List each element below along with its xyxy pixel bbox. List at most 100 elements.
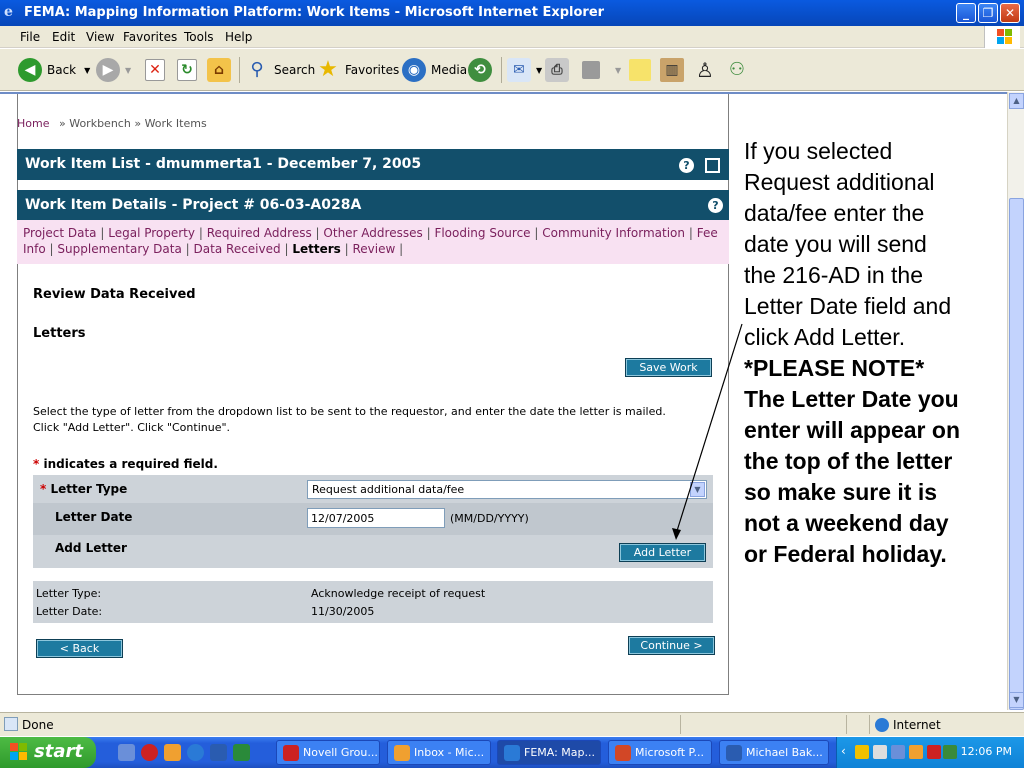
favorites-label: Favorites xyxy=(345,63,400,77)
home-button[interactable]: ⌂ xyxy=(207,56,236,84)
task-inbox[interactable]: Inbox - Mic... xyxy=(387,740,491,765)
forward-dropdown-icon[interactable]: ▼ xyxy=(125,66,131,75)
status-divider xyxy=(846,715,847,734)
forward-arrow-icon: ▶ xyxy=(96,58,120,82)
menu-tools[interactable]: Tools xyxy=(184,30,214,44)
home-icon: ⌂ xyxy=(207,58,231,82)
page-icon xyxy=(4,717,18,731)
search-button[interactable]: ⚲ Search xyxy=(245,56,315,84)
toolbar-separator xyxy=(239,57,240,83)
annotation-arrow xyxy=(672,323,743,540)
window-titlebar: e FEMA: Mapping Information Platform: Wo… xyxy=(0,0,1024,26)
quicklaunch-app-icon[interactable] xyxy=(164,744,181,761)
edit-dropdown-icon[interactable]: ▼ xyxy=(615,66,621,75)
edit-button[interactable]: ▼ xyxy=(582,56,621,84)
maximize-button[interactable]: ❐ xyxy=(978,3,998,23)
vertical-scrollbar[interactable]: ▲ ▼ xyxy=(1007,92,1024,710)
menu-bar: File Edit View Favorites Tools Help xyxy=(0,26,1024,48)
status-text: Done xyxy=(22,718,54,732)
clock[interactable]: 12:06 PM xyxy=(961,745,1012,758)
tray-expand-icon[interactable]: ‹ xyxy=(841,744,846,758)
back-dropdown-icon[interactable]: ▼ xyxy=(84,66,90,75)
ie-icon xyxy=(504,745,520,761)
task-label: Inbox - Mic... xyxy=(414,746,485,759)
scroll-up-icon[interactable]: ▲ xyxy=(1009,93,1024,109)
browser-viewport: Home » Workbench » Work Items Work Item … xyxy=(0,92,1007,710)
menu-edit[interactable]: Edit xyxy=(52,30,75,44)
mail-button[interactable]: ✉ ▼ xyxy=(507,56,542,84)
task-label: FEMA: Map... xyxy=(524,746,596,759)
start-label: start xyxy=(34,741,83,762)
signal-icon[interactable] xyxy=(873,745,887,759)
word-quicklaunch-icon[interactable] xyxy=(210,744,227,761)
windows-logo-icon xyxy=(984,26,1020,48)
print-button[interactable]: ⎙ xyxy=(545,56,574,84)
menu-favorites[interactable]: Favorites xyxy=(123,30,177,44)
menu-help[interactable]: Help xyxy=(225,30,252,44)
task-label: Microsoft P... xyxy=(635,746,704,759)
research-button[interactable]: ▥ xyxy=(660,56,689,84)
forward-button[interactable]: ▶ ▼ xyxy=(96,56,131,84)
network-icon[interactable] xyxy=(891,745,905,759)
media-globe-icon: ◉ xyxy=(402,58,426,82)
word-icon xyxy=(726,745,742,761)
contacts-button[interactable]: ⚇ xyxy=(725,56,754,84)
refresh-icon: ↻ xyxy=(177,59,197,81)
messenger-person-icon: ♙ xyxy=(696,58,714,82)
menu-view[interactable]: View xyxy=(86,30,114,44)
task-word[interactable]: Michael Bak... xyxy=(719,740,829,765)
tray-app-icon[interactable] xyxy=(943,745,957,759)
back-arrow-icon: ◀ xyxy=(18,58,42,82)
toolbar: ◀ Back ▼ ▶ ▼ ✕ ↻ ⌂ ⚲ Search ★ Favorites … xyxy=(0,49,1024,91)
messenger-button[interactable]: ♙ xyxy=(693,56,722,84)
close-button[interactable]: ✕ xyxy=(1000,3,1020,23)
task-novell[interactable]: Novell Grou... xyxy=(276,740,380,765)
windows-flag-icon xyxy=(10,743,27,760)
media-button[interactable]: ◉ Media xyxy=(402,56,467,84)
history-button[interactable]: ⟲ xyxy=(468,56,497,84)
minimize-button[interactable]: _ xyxy=(956,3,976,23)
search-icon: ⚲ xyxy=(250,59,264,80)
status-divider xyxy=(680,715,681,734)
favorites-button[interactable]: ★ Favorites xyxy=(316,56,399,84)
task-fema[interactable]: FEMA: Map... xyxy=(497,740,601,765)
tray-app-icon[interactable] xyxy=(927,745,941,759)
ie-logo-icon: e xyxy=(4,4,13,20)
system-tray: ‹ 12:06 PM xyxy=(836,737,1024,768)
research-books-icon: ▥ xyxy=(660,58,684,82)
scrollbar-thumb[interactable] xyxy=(1009,198,1024,710)
contacts-people-icon: ⚇ xyxy=(728,59,746,80)
print-icon: ⎙ xyxy=(545,58,569,82)
notes-button[interactable] xyxy=(629,56,656,84)
menu-file[interactable]: File xyxy=(20,30,40,44)
start-button[interactable]: start xyxy=(0,737,96,768)
task-label: Michael Bak... xyxy=(746,746,823,759)
media-label: Media xyxy=(431,63,468,77)
show-desktop-icon[interactable] xyxy=(118,744,135,761)
ie-quicklaunch-icon[interactable] xyxy=(187,744,204,761)
tray-app-icon[interactable] xyxy=(855,745,869,759)
toolbar-separator xyxy=(501,57,502,83)
excel-quicklaunch-icon[interactable] xyxy=(233,744,250,761)
back-label: Back xyxy=(47,63,77,77)
mail-icon: ✉ xyxy=(507,58,531,82)
stop-icon: ✕ xyxy=(145,59,165,81)
quicklaunch-app-icon[interactable] xyxy=(141,744,158,761)
task-label: Novell Grou... xyxy=(303,746,378,759)
favorites-star-icon: ★ xyxy=(318,57,338,82)
refresh-button[interactable]: ↻ xyxy=(177,56,202,84)
novell-icon xyxy=(283,745,299,761)
scroll-down-icon[interactable]: ▼ xyxy=(1009,692,1024,708)
mail-dropdown-icon[interactable]: ▼ xyxy=(536,66,542,75)
taskbar: start Novell Grou... Inbox - Mic... FEMA… xyxy=(0,737,1024,768)
task-powerpoint[interactable]: Microsoft P... xyxy=(608,740,712,765)
history-icon: ⟲ xyxy=(468,58,492,82)
tray-app-icon[interactable] xyxy=(909,745,923,759)
stop-button[interactable]: ✕ xyxy=(145,56,170,84)
outlook-icon xyxy=(394,745,410,761)
sticky-note-icon xyxy=(629,59,651,81)
powerpoint-icon xyxy=(615,745,631,761)
status-bar: Done Internet xyxy=(0,712,1024,736)
back-button[interactable]: ◀ Back ▼ xyxy=(18,56,90,84)
window-title: FEMA: Mapping Information Platform: Work… xyxy=(24,5,605,20)
